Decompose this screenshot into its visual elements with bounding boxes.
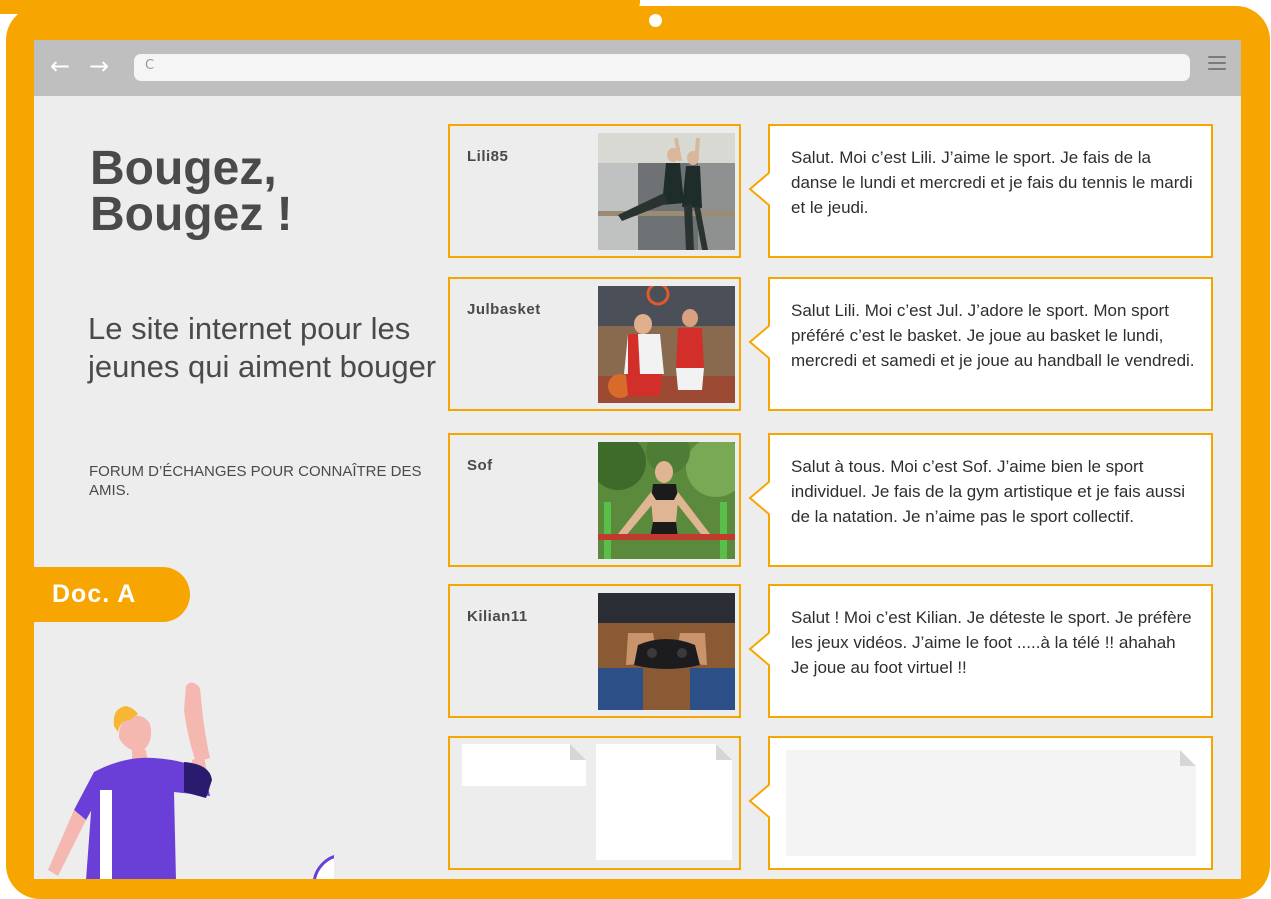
forum-post-card: Lili85 (448, 124, 741, 258)
game-controller-photo (598, 593, 735, 710)
message-text: Salut ! Moi c’est Kilian. Je déteste le … (791, 608, 1192, 677)
message-placeholder[interactable] (786, 750, 1196, 856)
page-fold-icon (716, 744, 732, 760)
forum-post-card: Sof (448, 433, 741, 567)
forum-post-card: Kilian11 (448, 584, 741, 718)
speech-bubble-tail (748, 631, 770, 667)
post-username[interactable]: Kilian11 (467, 608, 528, 625)
speech-bubble-tail (748, 783, 770, 819)
message-bubble: Salut à tous. Moi c’est Sof. J’aime bien… (748, 433, 1213, 567)
doc-label-badge: Doc. A (34, 567, 190, 622)
browser-screen: ← → C Bougez, Bougez ! Le site internet … (34, 40, 1241, 879)
back-arrow-icon[interactable]: ← (50, 52, 70, 80)
reload-icon[interactable]: C (145, 58, 154, 73)
message-text: Salut à tous. Moi c’est Sof. J’aime bien… (791, 457, 1186, 526)
empty-message-bubble (748, 736, 1213, 870)
speech-bubble-tail (748, 324, 770, 360)
site-subtitle: Le site internet pour les jeunes qui aim… (88, 311, 437, 384)
username-placeholder[interactable] (462, 744, 586, 786)
browser-toolbar: ← → C (34, 40, 1241, 96)
ballet-dancers-photo (598, 133, 735, 250)
speech-bubble-tail (748, 171, 770, 207)
site-tagline: FORUM D’ÉCHANGES POUR CONNAÎTRE DES AMIS… (89, 463, 422, 499)
tablet-camera (649, 14, 662, 27)
gymnast-athlete-photo (598, 442, 735, 559)
speech-bubble-tail (748, 480, 770, 516)
hamburger-menu-icon[interactable] (1208, 56, 1226, 70)
empty-post-card (448, 736, 741, 870)
post-username[interactable]: Sof (467, 457, 493, 474)
basketball-players-photo (598, 286, 735, 403)
forum-post-card: Julbasket (448, 277, 741, 411)
address-bar[interactable]: C (134, 54, 1190, 81)
forward-arrow-icon[interactable]: → (89, 52, 109, 80)
page-fold-icon (570, 744, 586, 760)
cheering-boy-illustration (48, 682, 334, 879)
post-username[interactable]: Lili85 (467, 148, 508, 165)
message-bubble: Salut Lili. Moi c’est Jul. J’adore le sp… (748, 277, 1213, 411)
message-bubble: Salut. Moi c’est Lili. J’aime le sport. … (748, 124, 1213, 258)
photo-placeholder[interactable] (596, 744, 732, 860)
page-fold-icon (1180, 750, 1196, 766)
site-title: Bougez, Bougez ! (90, 142, 293, 241)
message-text: Salut Lili. Moi c’est Jul. J’adore le sp… (791, 301, 1195, 370)
message-text: Salut. Moi c’est Lili. J’aime le sport. … (791, 148, 1193, 217)
message-bubble: Salut ! Moi c’est Kilian. Je déteste le … (748, 584, 1213, 718)
post-username[interactable]: Julbasket (467, 301, 541, 318)
